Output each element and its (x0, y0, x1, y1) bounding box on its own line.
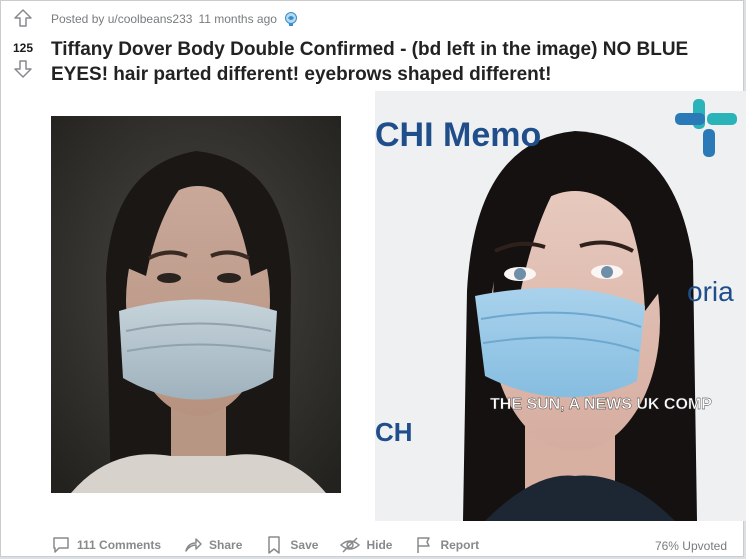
post-actions: 111 Comments Share Save Hide Report (51, 531, 741, 559)
left-photo[interactable] (51, 116, 341, 493)
downvote-icon[interactable] (13, 59, 33, 79)
sign-text-right: oria (687, 276, 734, 307)
sign-text-top: CHI Memo (375, 116, 541, 154)
share-icon (185, 538, 202, 552)
report-button[interactable]: Report (414, 535, 479, 555)
share-label: Share (209, 538, 243, 552)
share-button[interactable]: Share (183, 535, 242, 555)
right-photo[interactable]: CHI Memo oria CH THE SUN, A NEWS UK COMP (375, 91, 746, 521)
post-card: 125 Posted by u/coolbeans233 11 months a… (0, 0, 746, 559)
news-caption: THE SUN, A NEWS UK COMP (490, 396, 712, 413)
comments-button[interactable]: 111 Comments (51, 535, 161, 555)
flag-icon (417, 537, 431, 553)
bookmark-icon (268, 536, 281, 554)
posted-by[interactable]: Posted by u/coolbeans233 (51, 12, 192, 26)
hide-label: Hide (366, 538, 393, 552)
upvote-ratio: 76% Upvoted (654, 539, 727, 553)
comments-label: 111 Comments (77, 538, 162, 552)
hide-button[interactable]: Hide (340, 535, 392, 555)
save-button[interactable]: Save (264, 535, 318, 555)
vote-score: 125 (12, 41, 34, 55)
post-title[interactable]: Tiffany Dover Body Double Confirmed - (b… (51, 37, 731, 87)
award-icon[interactable] (283, 11, 299, 27)
post-meta: Posted by u/coolbeans233 11 months ago (51, 11, 299, 27)
right-photo-image: CHI Memo oria CH THE SUN, A NEWS UK COMP (375, 91, 746, 521)
upvote-icon[interactable] (13, 8, 33, 28)
hide-icon (340, 537, 361, 553)
post-age[interactable]: 11 months ago (198, 12, 277, 26)
comment-icon (53, 537, 69, 553)
vote-column: 125 (1, 1, 41, 556)
left-photo-image (51, 116, 341, 493)
save-label: Save (290, 538, 319, 552)
report-label: Report (440, 538, 480, 552)
sign-text-left: CH (375, 417, 413, 447)
